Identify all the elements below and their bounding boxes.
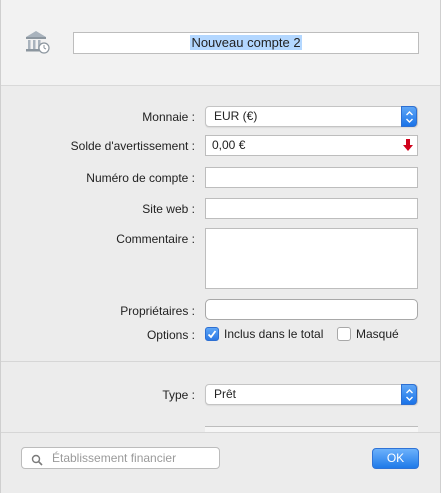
account-name-input[interactable]: Nouveau compte 2 <box>73 32 419 54</box>
checkmark-icon <box>207 330 217 339</box>
included-in-total-checkbox[interactable] <box>205 327 219 341</box>
type-select[interactable]: Prêt <box>205 384 418 405</box>
financial-institution-search[interactable]: Établissement financier <box>21 447 220 469</box>
owners-token-field[interactable] <box>205 299 418 320</box>
type-value: Prêt <box>214 387 237 401</box>
search-placeholder: Établissement financier <box>52 451 177 465</box>
down-arrow-icon[interactable] <box>403 139 413 158</box>
hidden-label: Masqué <box>356 327 399 341</box>
currency-select[interactable]: EUR (€) <box>205 106 418 127</box>
warning-balance-field[interactable]: 0,00 € <box>205 135 418 156</box>
stepper-icon <box>401 106 417 127</box>
website-label: Site web : <box>142 202 195 216</box>
comment-label: Commentaire : <box>116 232 195 246</box>
stepper-icon <box>401 384 417 405</box>
search-icon <box>31 452 43 472</box>
comment-textarea[interactable] <box>205 228 418 289</box>
account-header: Nouveau compte 2 <box>1 0 440 86</box>
hidden-checkbox[interactable] <box>337 327 351 341</box>
type-label: Type : <box>162 388 195 402</box>
included-in-total-option[interactable]: Inclus dans le total <box>205 327 323 341</box>
included-in-total-label: Inclus dans le total <box>224 327 324 341</box>
warning-balance-value: 0,00 € <box>212 138 246 152</box>
account-number-label: Numéro de compte : <box>86 171 195 185</box>
bank-icon[interactable] <box>23 28 51 56</box>
ok-button[interactable]: OK <box>372 448 419 469</box>
hidden-option[interactable]: Masqué <box>337 327 399 341</box>
section-divider <box>1 361 440 362</box>
account-sheet: Nouveau compte 2 Monnaie : EUR (€) Solde… <box>0 0 441 493</box>
currency-value: EUR (€) <box>214 109 258 123</box>
owners-label: Propriétaires : <box>120 304 195 318</box>
account-number-field[interactable] <box>205 167 418 188</box>
currency-label: Monnaie : <box>142 110 195 124</box>
options-label: Options : <box>146 328 195 342</box>
warning-balance-label: Solde d'avertissement : <box>70 139 195 153</box>
account-name-text: Nouveau compte 2 <box>190 35 302 50</box>
website-field[interactable] <box>205 198 418 219</box>
